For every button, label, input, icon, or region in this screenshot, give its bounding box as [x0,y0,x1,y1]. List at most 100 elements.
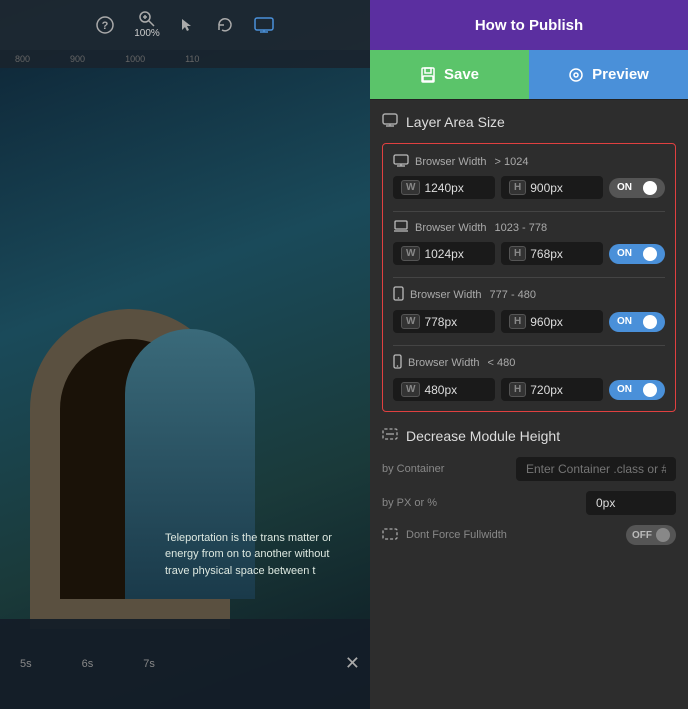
breakpoint-laptop-label: Browser Width [415,222,487,234]
mobile-toggle-circle [643,383,657,397]
right-panel: How to Publish Save Preview [370,0,688,709]
desktop-height-field[interactable]: H 900px [501,176,603,199]
breakpoint-laptop-range: 1023 - 778 [495,222,548,234]
preview-label: Preview [592,66,649,83]
laptop-toggle[interactable]: ON [609,244,665,264]
tablet-width-value: 778px [424,315,457,329]
dont-force-row: Dont Force Fullwidth OFF [382,525,676,545]
tablet-toggle[interactable]: ON [609,312,665,332]
divider-1 [393,211,665,212]
decrease-module-title: Decrease Module Height [406,428,560,444]
tablet-height-value: 960px [530,315,563,329]
desktop-height-value: 900px [530,181,563,195]
breakpoint-desktop-range: > 1024 [495,156,529,168]
timeline-close-button[interactable]: ✕ [345,653,360,674]
canvas-text: Teleportation is the trans matter or ene… [165,530,355,580]
layer-area-section-header: Layer Area Size [382,112,676,131]
laptop-width-value: 1024px [424,247,463,261]
action-buttons: Save Preview [370,50,688,100]
dont-force-toggle-circle [656,528,670,542]
breakpoint-desktop: Browser Width > 1024 W 1240px H 900px ON [393,154,665,199]
breakpoint-mobile: Browser Width < 480 W 480px H 720px ON [393,354,665,401]
tablet-toggle-label: ON [617,316,632,327]
svg-text:?: ? [102,20,109,32]
tablet-toggle-circle [643,315,657,329]
height-label: H [509,180,526,195]
right-panel-header: How to Publish [370,0,688,50]
breakpoint-desktop-label-row: Browser Width > 1024 [393,154,665,170]
dont-force-toggle[interactable]: OFF [626,525,676,545]
mobile-width-value: 480px [424,383,457,397]
by-px-input[interactable] [586,491,676,515]
breakpoint-laptop: Browser Width 1023 - 778 W 1024px H 768p… [393,220,665,265]
cursor-icon[interactable] [180,17,196,33]
desktop-width-value: 1240px [424,181,463,195]
arch-outer [30,309,230,629]
layer-area-icon [382,112,398,131]
dont-force-label-row: Dont Force Fullwidth [382,526,507,545]
by-container-input[interactable] [516,457,676,481]
preview-button[interactable]: Preview [529,50,688,99]
refresh-icon[interactable] [216,16,234,34]
breakpoint-tablet: Browser Width 777 - 480 W 778px H 960px … [393,286,665,333]
desktop-breakpoint-icon [393,154,409,170]
decrease-module-icon [382,426,398,445]
ruler-marks: 800 900 1000 110 [15,54,199,64]
by-container-label: by Container [382,463,444,475]
laptop-height-value: 768px [530,247,563,261]
width-label-l: W [401,246,420,261]
desktop-width-field[interactable]: W 1240px [393,176,495,199]
save-button[interactable]: Save [370,50,529,99]
desktop-toggle[interactable]: ON [609,178,665,198]
mobile-width-field[interactable]: W 480px [393,378,495,401]
zoom-control[interactable]: 100% [134,10,160,40]
breakpoint-mobile-dims: W 480px H 720px ON [393,378,665,401]
breakpoint-mobile-label-row: Browser Width < 480 [393,354,665,372]
zoom-value: 100% [134,28,160,40]
breakpoint-laptop-label-row: Browser Width 1023 - 778 [393,220,665,236]
canvas-toolbar: ? 100% [0,0,370,50]
laptop-breakpoint-icon [393,220,409,236]
timeline-mark-7s: 7s [143,658,155,670]
by-px-label: by PX or % [382,497,437,509]
help-icon[interactable]: ? [96,16,114,34]
decrease-section-header: Decrease Module Height [382,426,676,445]
width-label-m: W [401,382,420,397]
timeline-marks: 5s 6s 7s [10,658,155,670]
timeline-mark-5s: 5s [20,658,32,670]
height-label-t: H [509,314,526,329]
panel-content: Layer Area Size Browser Width > 1024 [370,100,688,709]
by-container-row: by Container [382,457,676,481]
mobile-breakpoint-icon [393,354,402,372]
timeline-mark-6s: 6s [82,658,94,670]
desktop-icon[interactable] [254,17,274,33]
timeline: 5s 6s 7s ✕ [0,619,370,709]
dont-force-label: Dont Force Fullwidth [406,529,507,541]
breakpoint-tablet-label-row: Browser Width 777 - 480 [393,286,665,304]
breakpoint-tablet-dims: W 778px H 960px ON [393,310,665,333]
save-label: Save [444,66,479,83]
laptop-width-field[interactable]: W 1024px [393,242,495,265]
mobile-toggle[interactable]: ON [609,380,665,400]
breakpoint-desktop-label: Browser Width [415,156,487,168]
divider-3 [393,345,665,346]
divider-2 [393,277,665,278]
laptop-toggle-label: ON [617,248,632,259]
laptop-height-field[interactable]: H 768px [501,242,603,265]
breakpoint-mobile-range: < 480 [488,357,516,369]
mobile-height-field[interactable]: H 720px [501,378,603,401]
tablet-breakpoint-icon [393,286,404,304]
width-label-t: W [401,314,420,329]
laptop-toggle-circle [643,247,657,261]
tablet-width-field[interactable]: W 778px [393,310,495,333]
tablet-height-field[interactable]: H 960px [501,310,603,333]
layer-area-title: Layer Area Size [406,114,505,130]
breakpoint-desktop-dims: W 1240px H 900px ON [393,176,665,199]
desktop-toggle-label: ON [617,182,632,193]
height-label-m: H [509,382,526,397]
breakpoint-tablet-range: 777 - 480 [490,289,536,301]
canvas-area: Teleportation is the trans matter or ene… [0,0,370,709]
breakpoint-tablet-label: Browser Width [410,289,482,301]
dont-force-toggle-label: OFF [632,530,652,541]
height-label-l: H [509,246,526,261]
